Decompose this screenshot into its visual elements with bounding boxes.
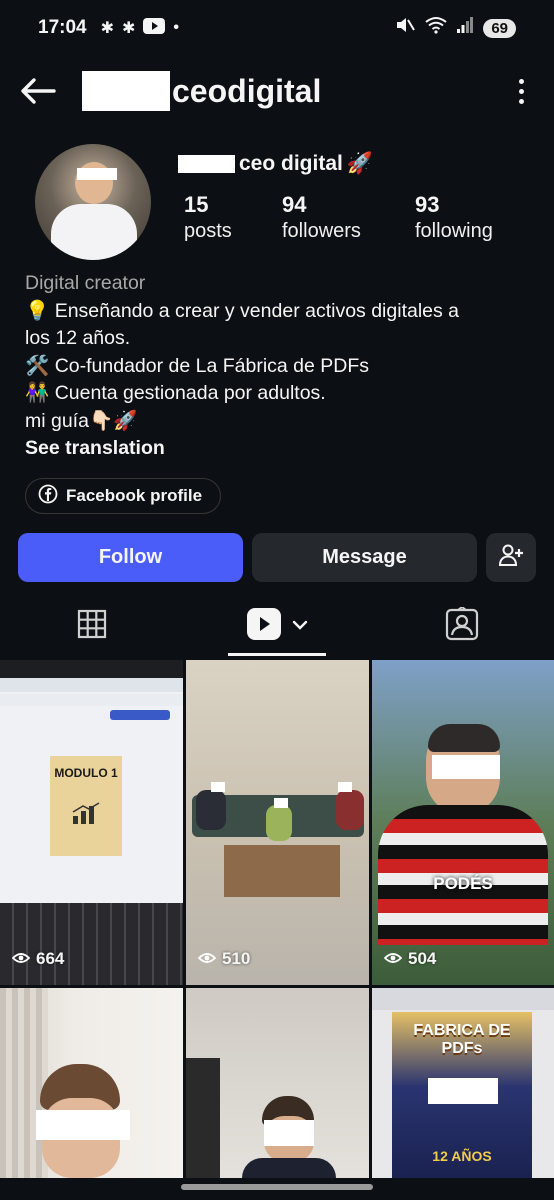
redaction-box [82, 71, 170, 111]
message-button[interactable]: Message [252, 533, 477, 582]
pdf-title: MODULO 1 [54, 766, 118, 780]
bio-line: mi guía👇🏻🚀 [25, 409, 138, 432]
tab-grid[interactable] [0, 596, 185, 656]
tab-reels[interactable] [185, 596, 370, 656]
coffee-table [224, 845, 340, 897]
bio-line: los 12 años. [25, 327, 131, 349]
redaction-box [178, 155, 235, 173]
facebook-profile-chip[interactable]: Facebook profile [25, 478, 222, 514]
reel-tile[interactable]: PODÉS 504 [372, 660, 554, 985]
status-bar: 17:04 ✱ ✱ • 69 [0, 0, 554, 56]
reel-tile[interactable] [186, 988, 369, 1178]
profile-bio: Digital creator 💡 Enseñando a crear y ve… [25, 270, 535, 463]
redaction-box [274, 798, 288, 808]
pdf-page: MODULO 1 [50, 756, 122, 856]
status-time: 17:04 [38, 17, 87, 38]
stat-following-count: 93 [415, 192, 440, 217]
reel-caption: PODÉS [433, 874, 493, 893]
poster-age: 12 AÑOS [432, 1148, 492, 1164]
profile-username: ceodigital [82, 71, 321, 111]
reel-tile[interactable]: FABRICA DE PDFs 12 AÑOS [372, 988, 554, 1178]
view-count: 664 [11, 949, 64, 969]
slack-icon: ✱ [100, 20, 115, 37]
browser-bar [372, 988, 554, 1010]
redaction-box [77, 168, 117, 180]
more-options-icon[interactable] [506, 71, 536, 111]
reel-tile[interactable] [0, 988, 183, 1178]
home-indicator[interactable] [181, 1184, 373, 1190]
redaction-box [211, 782, 225, 792]
eye-icon [197, 949, 217, 969]
stat-following-label: following [415, 220, 493, 242]
bio-line: 💡 Enseñando a crear y vender activos dig… [25, 299, 460, 322]
add-user-button[interactable] [486, 533, 536, 582]
poster-title: FABRICA DE PDFs [413, 1022, 511, 1057]
view-count: 510 [197, 949, 250, 969]
bio-line: 🛠️ Co-fundador de La Fábrica de PDFs [25, 354, 370, 377]
profile-header: ceodigital [0, 62, 554, 120]
wifi-icon [425, 16, 447, 40]
stat-followers-label: followers [282, 220, 361, 242]
profile-tabs [0, 596, 554, 656]
reels-grid: MODULO 1 664 510 PODÉS 504 FABRICA DE PD… [0, 660, 554, 1178]
dot-icon: • [173, 19, 180, 36]
stat-followers[interactable]: 94 followers [282, 192, 415, 243]
bio-line: 👫 Cuenta gestionada por adultos. [25, 382, 326, 404]
back-arrow-icon[interactable] [18, 71, 58, 111]
tagged-icon [445, 605, 479, 646]
reel-tile[interactable]: MODULO 1 664 [0, 660, 183, 985]
battery-indicator: 69 [483, 18, 516, 38]
stat-posts[interactable]: 15 posts [184, 192, 282, 243]
facebook-profile-label: Facebook profile [66, 486, 203, 505]
system-icons: 69 [395, 16, 516, 40]
username-text: ceodigital [172, 72, 322, 109]
display-name: ceo digital 🚀 [178, 152, 373, 176]
grid-icon [77, 609, 107, 644]
stat-followers-count: 94 [282, 192, 307, 217]
curtain [0, 988, 48, 1178]
redaction-box [338, 782, 352, 792]
door [186, 1058, 220, 1178]
notification-icons: ✱ ✱ • [100, 17, 180, 39]
browser-window: MODULO 1 [0, 678, 183, 903]
chevron-down-icon [292, 617, 308, 635]
redaction-box [428, 1078, 498, 1104]
redaction-box [36, 1110, 130, 1140]
mute-icon [395, 16, 416, 40]
boy-hair [428, 724, 500, 752]
slack-icon-2: ✱ [122, 20, 136, 37]
profile-stats: 15 posts 94 followers 93 following [184, 192, 525, 243]
profile-avatar[interactable] [35, 144, 151, 260]
eye-icon [11, 949, 31, 969]
see-translation-link[interactable]: See translation [25, 435, 535, 463]
display-name-text: ceo digital [239, 152, 343, 175]
add-user-icon [498, 543, 524, 573]
avatar-shirt [51, 204, 137, 260]
person [266, 805, 292, 841]
person [336, 790, 364, 830]
reel-tile[interactable]: 510 [186, 660, 369, 985]
person [196, 790, 226, 830]
stat-posts-count: 15 [184, 192, 209, 217]
redaction-box [432, 755, 500, 779]
signal-icon [457, 17, 474, 39]
redaction-box [264, 1120, 314, 1146]
facebook-icon [38, 484, 58, 509]
stat-following[interactable]: 93 following [415, 192, 525, 243]
boy-shirt [242, 1158, 336, 1178]
view-count: 504 [383, 949, 436, 969]
follow-button[interactable]: Follow [18, 533, 243, 582]
keyboard [0, 903, 183, 985]
profile-category: Digital creator [25, 272, 146, 294]
tab-tagged[interactable] [369, 596, 554, 656]
stat-posts-label: posts [184, 220, 232, 242]
reels-icon [246, 607, 282, 646]
youtube-icon [143, 17, 166, 39]
eye-icon [383, 949, 403, 969]
rocket-icon: 🚀 [346, 152, 374, 175]
